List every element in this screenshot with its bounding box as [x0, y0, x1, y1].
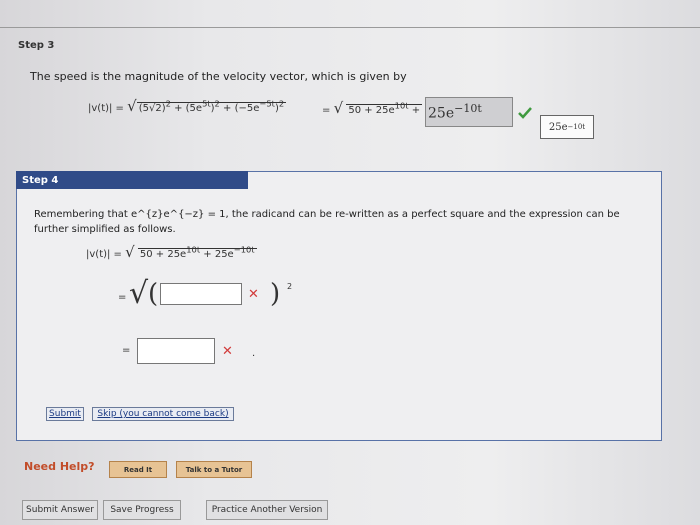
equals-sign: = — [118, 292, 127, 303]
x-icon: ✕ — [248, 287, 259, 302]
step4-header: Step 4 — [16, 171, 248, 189]
sqrt-icon: √ — [127, 97, 137, 115]
right-paren: ) — [270, 279, 281, 309]
feedback-value: 25e — [548, 121, 568, 133]
rhs-radicand-exp: 10t — [394, 100, 409, 111]
submit-button[interactable]: Submit — [46, 407, 84, 421]
check-icon — [518, 107, 532, 119]
step4-exp1: 10t — [186, 244, 201, 255]
sqrt-icon: √ — [125, 243, 135, 261]
square-base-input[interactable] — [160, 283, 242, 305]
step4-exp2: −10t — [233, 244, 255, 255]
step4-equation: |v(t)| = √ 50 + 25e10t + 25e−10t — [86, 243, 257, 261]
step3-text: The speed is the magnitude of the veloci… — [30, 70, 407, 83]
left-paren: ( — [148, 279, 159, 309]
step4-plus: + 25e — [200, 249, 234, 260]
step3-equation-rhs: = √ 50 + 25e10t + — [322, 99, 423, 117]
submit-answer-button[interactable]: Submit Answer — [22, 500, 98, 520]
need-help-label: Need Help? — [24, 460, 95, 473]
step3-label: Step 3 — [18, 40, 55, 51]
rhs-plus: + — [411, 105, 421, 116]
feedback-exp: −10t — [567, 123, 586, 131]
save-progress-button[interactable]: Save Progress — [103, 500, 181, 520]
equals-sign: = — [122, 345, 131, 356]
equals-sign: = — [322, 105, 331, 116]
talk-to-tutor-button[interactable]: Talk to a Tutor — [176, 461, 252, 478]
read-it-button[interactable]: Read It — [109, 461, 167, 478]
final-answer-input[interactable] — [137, 338, 215, 364]
period: . — [252, 348, 256, 359]
skip-button[interactable]: Skip (you cannot come back) — [92, 407, 234, 421]
practice-version-button[interactable]: Practice Another Version — [206, 500, 328, 520]
step3-equation: |v(t)| = √ (5√2)2 + (5e5t)2 + (−5e−5t)2 — [88, 97, 287, 115]
answer-value: 25e−10t — [428, 102, 482, 122]
step4-radicand: 50 + 25e10t + 25e−10t — [137, 244, 257, 260]
x-icon: ✕ — [222, 344, 233, 359]
square-exponent: 2 — [287, 282, 293, 291]
step4-text: Remembering that e^{z}e^{−z} = 1, the ra… — [34, 207, 644, 237]
step4-radicand-base: 50 + 25e — [139, 249, 187, 260]
rhs-radicand-base: 50 + 25e — [348, 105, 395, 116]
top-divider — [0, 27, 700, 28]
rhs-radicand: 50 + 25e10t + — [346, 100, 423, 116]
sqrt-icon: √ — [129, 276, 149, 311]
step4-text-content: Remembering that e^{z}e^{−z} = 1, the ra… — [34, 209, 620, 235]
answer-input-step3[interactable]: 25e−10t — [425, 97, 513, 127]
correct-answer-feedback: 25e −10t — [540, 115, 594, 139]
speed-lhs: |v(t)| = — [86, 249, 122, 260]
speed-radicand: (5√2)2 + (5e5t)2 + (−5e−5t)2 — [136, 98, 287, 114]
sqrt-icon: √ — [333, 99, 344, 117]
speed-lhs: |v(t)| = — [88, 103, 124, 114]
panel-rule — [248, 171, 660, 172]
